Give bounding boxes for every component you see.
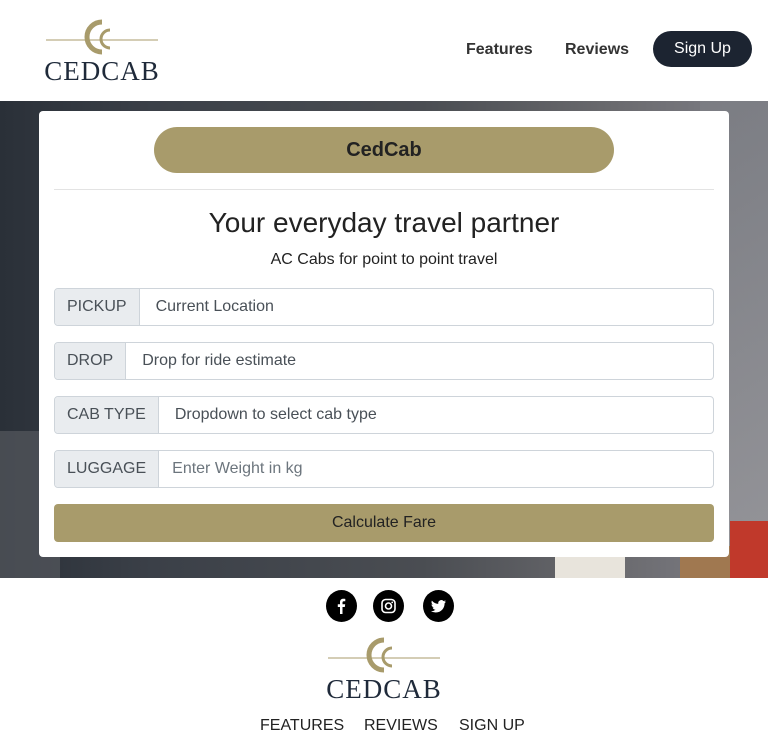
twitter-icon[interactable] (423, 590, 454, 622)
logo-wordmark: CEDCAB (44, 56, 160, 86)
pickup-field[interactable]: PICKUP Current Location (54, 288, 714, 326)
cedcab-logo[interactable]: CEDCAB (34, 16, 170, 86)
logo-emblem-icon (46, 19, 158, 55)
footer-cedcab-logo[interactable]: CEDCAB (316, 634, 452, 704)
cab-type-label: CAB TYPE (55, 397, 159, 433)
luggage-label: LUGGAGE (55, 451, 160, 487)
nav-reviews-link[interactable]: Reviews (565, 41, 629, 59)
luggage-field[interactable]: LUGGAGE Enter Weight in kg (54, 450, 714, 488)
drop-label: DROP (55, 343, 127, 379)
drop-field[interactable]: DROP Drop for ride estimate (54, 342, 714, 380)
site-header: CEDCAB Features Reviews Sign Up (0, 0, 768, 101)
brand-pill: CedCab (154, 127, 614, 173)
footer-features-link[interactable]: FEATURES (260, 717, 344, 735)
instagram-icon[interactable] (373, 590, 404, 622)
nav-features-link[interactable]: Features (466, 41, 533, 59)
calculate-fare-button[interactable]: Calculate Fare (54, 504, 714, 542)
luggage-input[interactable]: Enter Weight in kg (159, 451, 713, 487)
logo-emblem-icon (328, 637, 440, 673)
drop-select[interactable]: Drop for ride estimate (126, 343, 713, 379)
form-heading: Your everyday travel partner (208, 207, 560, 238)
booking-form-card: CedCab Your everyday travel partner AC C… (39, 111, 729, 557)
cab-type-field[interactable]: CAB TYPE Dropdown to select cab type (54, 396, 714, 434)
pickup-select[interactable]: Current Location (140, 289, 713, 325)
pickup-label: PICKUP (55, 289, 140, 325)
footer-reviews-link[interactable]: REVIEWS (364, 717, 438, 735)
cab-type-select[interactable]: Dropdown to select cab type (159, 397, 713, 433)
footer-logo-wordmark: CEDCAB (326, 674, 442, 704)
divider (54, 189, 714, 190)
footer-signup-link[interactable]: SIGN UP (459, 717, 525, 735)
facebook-icon[interactable] (326, 590, 357, 622)
signup-button[interactable]: Sign Up (653, 31, 752, 67)
form-subheading: AC Cabs for point to point travel (270, 251, 498, 268)
